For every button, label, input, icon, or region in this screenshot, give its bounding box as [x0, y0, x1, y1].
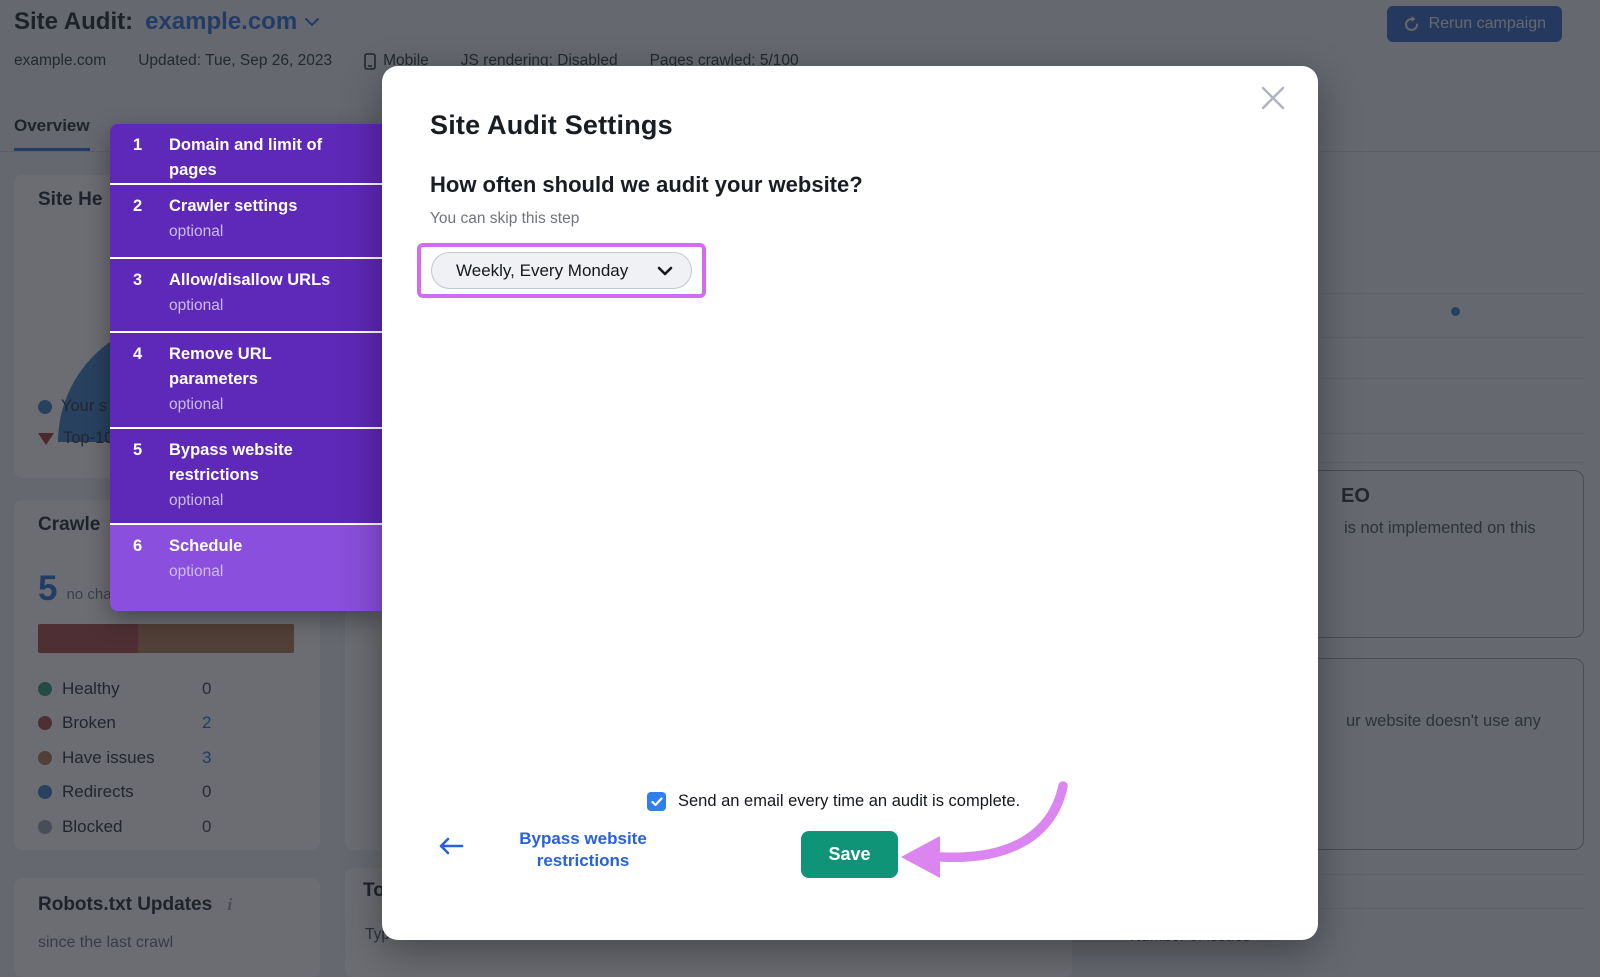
email-checkbox-label: Send an email every time an audit is com… — [678, 792, 1020, 811]
step-optional-label: optional — [169, 393, 368, 417]
chevron-down-icon — [657, 266, 673, 276]
step-number: 6 — [133, 534, 142, 559]
close-icon — [1258, 83, 1288, 113]
close-button[interactable] — [1256, 82, 1290, 116]
skip-note: You can skip this step — [430, 210, 579, 228]
step-number: 3 — [133, 268, 142, 293]
arrow-left-icon — [438, 836, 464, 856]
save-button[interactable]: Save — [801, 831, 898, 878]
check-icon — [651, 797, 663, 807]
step-optional-label: optional — [169, 294, 368, 318]
step-optional-label: optional — [169, 220, 368, 244]
step-title: Schedule — [169, 534, 341, 559]
email-checkbox[interactable] — [647, 792, 666, 811]
bypass-website-restrictions-link[interactable]: Bypass website restrictions — [501, 828, 665, 871]
step-allow-disallow-urls[interactable]: 3 Allow/disallow URLs optional — [110, 257, 382, 331]
step-crawler-settings[interactable]: 2 Crawler settings optional — [110, 183, 382, 257]
step-schedule[interactable]: 6 Schedule optional — [110, 523, 382, 611]
step-optional-label: optional — [169, 489, 368, 513]
step-number: 2 — [133, 194, 142, 219]
schedule-question: How often should we audit your website? — [430, 172, 863, 198]
step-bypass-website-restrictions[interactable]: 5 Bypass website restrictions optional — [110, 427, 382, 523]
step-domain-and-limit[interactable]: 1 Domain and limit of pages — [110, 124, 382, 183]
step-title: Remove URL parameters — [169, 342, 341, 392]
step-title: Crawler settings — [169, 194, 341, 219]
step-title: Domain and limit of pages — [169, 133, 341, 183]
email-checkbox-row: Send an email every time an audit is com… — [647, 792, 1020, 811]
step-number: 4 — [133, 342, 142, 367]
back-button[interactable] — [438, 836, 464, 859]
audit-frequency-value: Weekly, Every Monday — [456, 261, 657, 281]
step-optional-label: optional — [169, 560, 368, 584]
step-title: Allow/disallow URLs — [169, 268, 341, 293]
step-title: Bypass website restrictions — [169, 438, 341, 488]
site-audit-settings-modal: Site Audit Settings How often should we … — [382, 66, 1318, 940]
step-number: 1 — [133, 133, 142, 158]
modal-title: Site Audit Settings — [430, 110, 673, 141]
annotation-highlight-box: Weekly, Every Monday — [417, 243, 706, 298]
step-remove-url-parameters[interactable]: 4 Remove URL parameters optional — [110, 331, 382, 427]
step-number: 5 — [133, 438, 142, 463]
settings-steps-panel: 1 Domain and limit of pages 2 Crawler se… — [110, 124, 382, 611]
audit-frequency-select[interactable]: Weekly, Every Monday — [431, 252, 692, 289]
